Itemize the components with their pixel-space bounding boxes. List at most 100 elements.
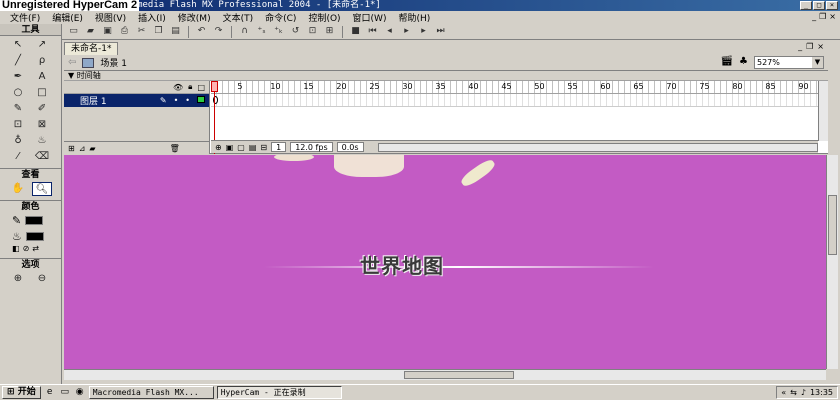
scale-icon[interactable]: ⊡: [305, 25, 320, 38]
straighten-icon[interactable]: ⁺ₖ: [271, 25, 286, 38]
frames-area[interactable]: 151015202530354045505560657075808590: [211, 81, 818, 154]
zoom-in-icon[interactable]: ⊕: [8, 272, 28, 286]
oval-tool-icon[interactable]: ○: [8, 86, 28, 100]
align-icon[interactable]: ⊞: [322, 25, 337, 38]
end-icon[interactable]: ⏭: [433, 25, 448, 38]
arrow-tool-icon[interactable]: ↖: [8, 38, 28, 52]
timeline-header[interactable]: ▼ 时间轴: [64, 71, 828, 81]
menu-help[interactable]: 帮助(H): [392, 11, 436, 24]
zoom-select[interactable]: 527% ▼: [754, 56, 824, 69]
media-icon[interactable]: ◉: [74, 387, 86, 399]
menu-modify[interactable]: 修改(M): [172, 11, 217, 24]
menu-insert[interactable]: 插入(I): [132, 11, 172, 24]
scroll-thumb[interactable]: [404, 371, 514, 379]
menu-file[interactable]: 文件(F): [4, 11, 46, 24]
zoom-tool-icon[interactable]: 🔍︎: [32, 182, 52, 196]
rectangle-tool-icon[interactable]: □: [32, 86, 52, 100]
save-icon[interactable]: ▣: [100, 25, 115, 38]
paste-icon[interactable]: ▤: [168, 25, 183, 38]
volume-icon[interactable]: ♪: [801, 388, 806, 397]
copy-icon[interactable]: ❐: [151, 25, 166, 38]
document-tab[interactable]: 未命名-1*: [64, 41, 119, 55]
menu-view[interactable]: 视图(V): [89, 11, 132, 24]
maximize-button[interactable]: □: [813, 1, 825, 10]
stage-title-text[interactable]: 世界地图: [360, 250, 444, 279]
chevron-down-icon[interactable]: ▼: [812, 57, 823, 68]
desktop-icon[interactable]: ▭: [59, 387, 71, 399]
eraser-tool-icon[interactable]: ⌫: [32, 150, 52, 164]
tab-close-icon[interactable]: ×: [817, 42, 824, 51]
onion-markers-icon[interactable]: ⊟: [260, 143, 267, 152]
scroll-thumb[interactable]: [828, 195, 837, 255]
menu-commands[interactable]: 命令(C): [259, 11, 302, 24]
frame-ruler[interactable]: 151015202530354045505560657075808590: [211, 81, 818, 94]
frame-row[interactable]: [211, 94, 818, 107]
lock-dot-icon[interactable]: •: [185, 96, 190, 105]
lock-icon[interactable]: 🔒︎: [188, 82, 192, 92]
tab-restore-icon[interactable]: ❐: [806, 42, 813, 51]
menu-control[interactable]: 控制(O): [302, 11, 346, 24]
stage-vscroll[interactable]: [826, 155, 838, 369]
menu-text[interactable]: 文本(T): [217, 11, 260, 24]
open-folder-icon[interactable]: ▰: [83, 25, 98, 38]
playhead-handle[interactable]: [211, 81, 218, 92]
default-colors-icon[interactable]: ◧: [12, 244, 20, 256]
stroke-color-swatch[interactable]: [25, 215, 44, 225]
zoom-out-icon[interactable]: ⊖: [32, 272, 52, 286]
hand-tool-icon[interactable]: ✋: [8, 182, 28, 196]
menu-window[interactable]: 窗口(W): [347, 11, 393, 24]
edit-symbol-icon[interactable]: ♣: [739, 56, 748, 67]
print-icon[interactable]: ⎙: [117, 25, 132, 38]
onion-outline-icon[interactable]: ▢: [237, 143, 245, 152]
tray-icon[interactable]: «: [781, 388, 786, 397]
new-file-icon[interactable]: ▭: [66, 25, 81, 38]
ink-bottle-tool-icon[interactable]: ♁: [8, 134, 28, 148]
fill-transform-tool-icon[interactable]: ⊠: [32, 118, 52, 132]
eyedropper-tool-icon[interactable]: ⁄: [8, 150, 28, 164]
close-button[interactable]: ×: [826, 1, 838, 10]
snap-icon[interactable]: ∩: [237, 25, 252, 38]
no-color-icon[interactable]: ⊘: [23, 244, 30, 256]
step-back-icon[interactable]: ◂: [382, 25, 397, 38]
brush-tool-icon[interactable]: ✐: [32, 102, 52, 116]
timeline-vscroll[interactable]: [818, 81, 828, 141]
subselect-tool-icon[interactable]: ↗: [32, 38, 52, 52]
stop-icon[interactable]: ■: [348, 25, 363, 38]
ie-icon[interactable]: e: [44, 387, 56, 399]
menu-edit[interactable]: 编辑(E): [46, 11, 89, 24]
text-tool-icon[interactable]: A: [32, 70, 52, 84]
center-frame-icon[interactable]: ⊕: [215, 143, 222, 152]
fill-color-swatch[interactable]: [25, 231, 44, 241]
timeline-hscroll[interactable]: [377, 142, 818, 152]
step-forward-icon[interactable]: ▸: [416, 25, 431, 38]
stage[interactable]: 世界地图: [64, 155, 826, 369]
doc-restore-icon[interactable]: ❐: [819, 12, 826, 21]
smooth-icon[interactable]: ⁺ₛ: [254, 25, 269, 38]
minimize-button[interactable]: _: [800, 1, 812, 10]
swap-colors-icon[interactable]: ⇄: [32, 244, 39, 256]
delete-layer-icon[interactable]: 🗑︎: [170, 144, 180, 153]
insert-layer-icon[interactable]: ⊞: [68, 144, 75, 153]
doc-minimize-icon[interactable]: _: [812, 12, 816, 21]
network-icon[interactable]: ⇆: [790, 388, 797, 397]
taskbar-flash[interactable]: Macromedia Flash MX...: [88, 386, 214, 399]
outline-icon[interactable]: □: [197, 83, 205, 92]
redo-icon[interactable]: ↷: [211, 25, 226, 38]
tab-minimize-icon[interactable]: _: [798, 42, 802, 51]
back-arrow-icon[interactable]: ⇦: [68, 57, 76, 68]
edit-scene-icon[interactable]: 🎬︎: [720, 56, 733, 67]
paint-bucket-tool-icon[interactable]: ♨: [32, 134, 52, 148]
pencil-tool-icon[interactable]: ✎: [8, 102, 28, 116]
visibility-dot-icon[interactable]: •: [174, 96, 179, 105]
rotate-icon[interactable]: ↺: [288, 25, 303, 38]
eye-icon[interactable]: 👁︎: [173, 83, 183, 92]
rewind-icon[interactable]: ⏮: [365, 25, 380, 38]
insert-folder-icon[interactable]: ▰: [89, 144, 95, 153]
undo-icon[interactable]: ↶: [194, 25, 209, 38]
stage-hscroll[interactable]: [64, 369, 826, 380]
line-tool-icon[interactable]: ╱: [8, 54, 28, 68]
pen-tool-icon[interactable]: ✒: [8, 70, 28, 84]
lasso-tool-icon[interactable]: ρ: [32, 54, 52, 68]
layer-row[interactable]: 图层 1 ✎ • •: [64, 94, 209, 107]
play-icon[interactable]: ▸: [399, 25, 414, 38]
